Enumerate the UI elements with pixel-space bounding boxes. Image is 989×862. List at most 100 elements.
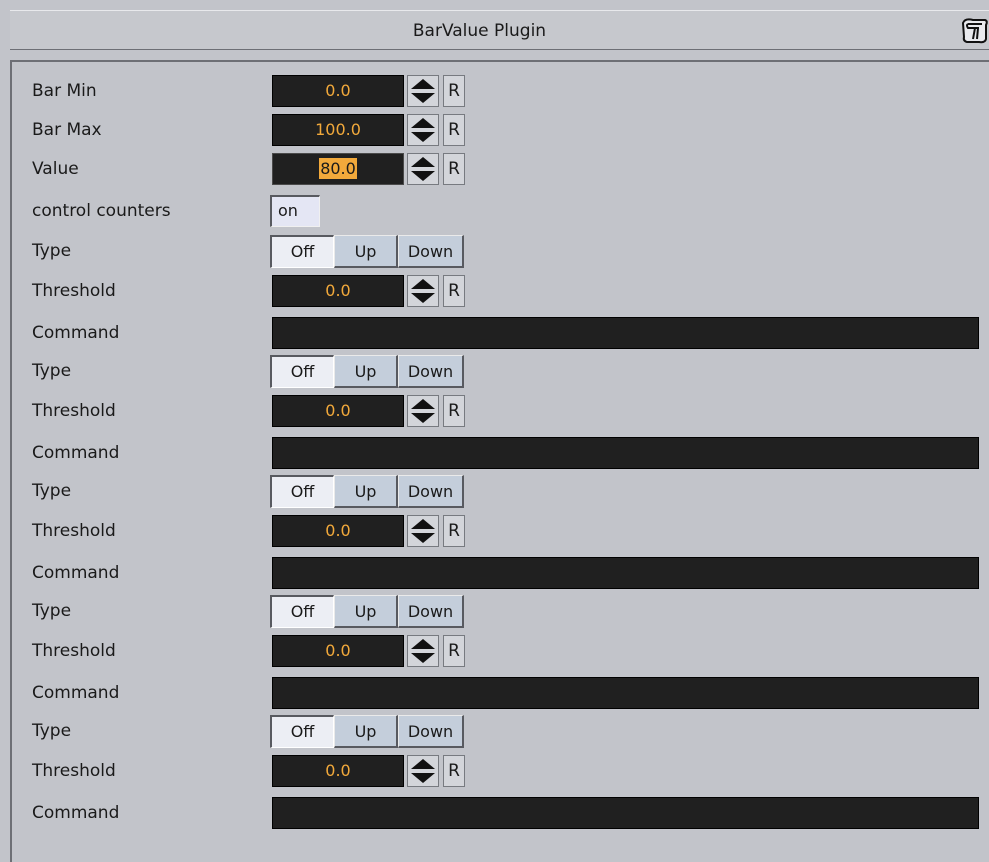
type-option-down[interactable]: Down <box>398 715 464 748</box>
threshold-label: Threshold <box>32 521 116 541</box>
type-segmented-control: Off Up Down <box>270 355 464 388</box>
type-option-up[interactable]: Up <box>334 235 398 268</box>
type-option-down[interactable]: Down <box>398 475 464 508</box>
type-option-off[interactable]: Off <box>270 715 334 748</box>
window-title: BarValue Plugin <box>412 21 547 41</box>
command-row: Command <box>12 316 989 350</box>
threshold-label: Threshold <box>32 401 116 421</box>
threshold-reset-button[interactable]: R <box>443 515 465 547</box>
command-label: Command <box>32 803 120 823</box>
threshold-input[interactable]: 0.0 <box>272 515 404 547</box>
type-row: Type Off Up Down <box>12 234 989 268</box>
type-row: Type Off Up Down <box>12 474 989 508</box>
threshold-input[interactable]: 0.0 <box>272 275 404 307</box>
type-option-off[interactable]: Off <box>270 235 334 268</box>
spinner-arrows-icon <box>411 79 435 103</box>
type-label: Type <box>32 481 72 501</box>
value-spinner[interactable] <box>407 153 439 185</box>
bar-min-spinner[interactable] <box>407 75 439 107</box>
threshold-row: Threshold 0.0 R <box>12 394 989 428</box>
spinner-arrows-icon <box>411 399 435 423</box>
type-row: Type Off Up Down <box>12 594 989 628</box>
threshold-row: Threshold 0.0 R <box>12 514 989 548</box>
type-option-up[interactable]: Up <box>334 715 398 748</box>
threshold-row: Threshold 0.0 R <box>12 634 989 668</box>
threshold-input[interactable]: 0.0 <box>272 755 404 787</box>
spinner-arrows-icon <box>411 118 435 142</box>
control-counters-row: control counters on <box>12 194 989 228</box>
type-option-up[interactable]: Up <box>334 475 398 508</box>
value-selected-text: 80.0 <box>319 158 357 179</box>
bar-min-label: Bar Min <box>32 81 97 101</box>
command-label: Command <box>32 563 120 583</box>
control-counters-toggle[interactable]: on <box>270 195 320 227</box>
threshold-reset-button[interactable]: R <box>443 395 465 427</box>
title-bar: BarValue Plugin <box>10 10 989 50</box>
threshold-label: Threshold <box>32 761 116 781</box>
help-book-icon[interactable] <box>959 15 989 45</box>
type-option-down[interactable]: Down <box>398 355 464 388</box>
value-reset-button[interactable]: R <box>443 153 465 185</box>
threshold-label: Threshold <box>32 281 116 301</box>
command-row: Command <box>12 676 989 710</box>
spinner-arrows-icon <box>411 759 435 783</box>
spinner-arrows-icon <box>411 639 435 663</box>
command-input[interactable] <box>272 677 979 709</box>
command-input[interactable] <box>272 797 979 829</box>
type-option-up[interactable]: Up <box>334 595 398 628</box>
type-option-off[interactable]: Off <box>270 595 334 628</box>
threshold-reset-button[interactable]: R <box>443 755 465 787</box>
type-row: Type Off Up Down <box>12 714 989 748</box>
bar-max-reset-button[interactable]: R <box>443 114 465 146</box>
threshold-spinner[interactable] <box>407 395 439 427</box>
threshold-input[interactable]: 0.0 <box>272 635 404 667</box>
command-label: Command <box>32 323 120 343</box>
value-label: Value <box>32 159 79 179</box>
command-input[interactable] <box>272 437 979 469</box>
type-segmented-control: Off Up Down <box>270 595 464 628</box>
plugin-panel: Bar Min 0.0 R Bar Max 100.0 R Value 80.0… <box>10 60 989 862</box>
threshold-spinner[interactable] <box>407 515 439 547</box>
type-segmented-control: Off Up Down <box>270 475 464 508</box>
command-label: Command <box>32 443 120 463</box>
type-option-down[interactable]: Down <box>398 595 464 628</box>
threshold-input[interactable]: 0.0 <box>272 395 404 427</box>
spinner-arrows-icon <box>411 157 435 181</box>
control-counters-label: control counters <box>32 201 171 221</box>
threshold-reset-button[interactable]: R <box>443 635 465 667</box>
value-input[interactable]: 80.0 <box>272 153 404 185</box>
threshold-row: Threshold 0.0 R <box>12 274 989 308</box>
type-label: Type <box>32 361 72 381</box>
type-segmented-control: Off Up Down <box>270 235 464 268</box>
bar-max-row: Bar Max 100.0 R <box>12 113 989 147</box>
type-row: Type Off Up Down <box>12 354 989 388</box>
command-row: Command <box>12 796 989 830</box>
threshold-spinner[interactable] <box>407 635 439 667</box>
threshold-spinner[interactable] <box>407 755 439 787</box>
threshold-label: Threshold <box>32 641 116 661</box>
type-segmented-control: Off Up Down <box>270 715 464 748</box>
type-label: Type <box>32 241 72 261</box>
threshold-row: Threshold 0.0 R <box>12 754 989 788</box>
command-row: Command <box>12 436 989 470</box>
command-input[interactable] <box>272 317 979 349</box>
value-row: Value 80.0 R <box>12 152 989 186</box>
type-option-up[interactable]: Up <box>334 355 398 388</box>
spinner-arrows-icon <box>411 279 435 303</box>
bar-min-input[interactable]: 0.0 <box>272 75 404 107</box>
bar-min-reset-button[interactable]: R <box>443 75 465 107</box>
command-label: Command <box>32 683 120 703</box>
type-label: Type <box>32 721 72 741</box>
threshold-spinner[interactable] <box>407 275 439 307</box>
type-option-off[interactable]: Off <box>270 475 334 508</box>
type-label: Type <box>32 601 72 621</box>
command-row: Command <box>12 556 989 590</box>
bar-max-label: Bar Max <box>32 120 102 140</box>
type-option-down[interactable]: Down <box>398 235 464 268</box>
bar-max-spinner[interactable] <box>407 114 439 146</box>
type-option-off[interactable]: Off <box>270 355 334 388</box>
threshold-reset-button[interactable]: R <box>443 275 465 307</box>
bar-max-input[interactable]: 100.0 <box>272 114 404 146</box>
bar-min-row: Bar Min 0.0 R <box>12 74 989 108</box>
command-input[interactable] <box>272 557 979 589</box>
